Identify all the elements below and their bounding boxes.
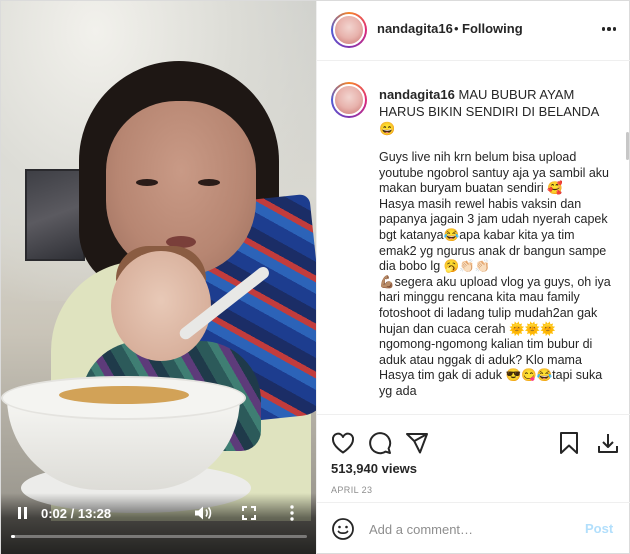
- avatar[interactable]: [331, 12, 367, 48]
- post-date[interactable]: APRIL 23: [331, 485, 372, 495]
- bookmark-icon[interactable]: [555, 429, 583, 457]
- comment-icon[interactable]: [366, 429, 394, 457]
- video-player[interactable]: 0:02 / 13:28: [1, 1, 316, 554]
- video-time: 0:02 / 13:28: [41, 505, 112, 521]
- emoji-icon[interactable]: [331, 517, 357, 543]
- video-more-icon[interactable]: [283, 501, 301, 525]
- post-comment-button[interactable]: Post: [585, 521, 613, 536]
- view-count[interactable]: 513,940 views: [331, 461, 417, 476]
- fullscreen-icon[interactable]: [237, 501, 261, 525]
- post-side-panel: nandagita16 • Following nandagita16 MAU …: [316, 1, 630, 554]
- heart-icon[interactable]: [329, 429, 357, 457]
- header-username[interactable]: nandagita16: [377, 21, 453, 36]
- caption-heading: nandagita16 MAU BUBUR AYAM HARUS BIKIN S…: [379, 86, 609, 137]
- video-progress-fill: [11, 535, 16, 538]
- caption-body: Guys live nih krn belum bisa upload yout…: [379, 150, 611, 398]
- post-header: nandagita16 • Following: [317, 1, 630, 61]
- follow-separator: •: [454, 21, 459, 36]
- share-icon[interactable]: [403, 429, 431, 457]
- bowl: [1, 376, 246, 496]
- video-controls: 0:02 / 13:28: [1, 493, 316, 554]
- comment-input[interactable]: [369, 518, 569, 540]
- caption-scrollbar[interactable]: [626, 132, 629, 160]
- caption-area[interactable]: nandagita16 MAU BUBUR AYAM HARUS BIKIN S…: [317, 62, 630, 414]
- following-button[interactable]: Following: [462, 21, 523, 36]
- post-modal: 0:02 / 13:28 nandagita16 • Following nan…: [0, 0, 630, 554]
- download-icon[interactable]: [594, 429, 622, 457]
- caption-username[interactable]: nandagita16: [379, 87, 455, 102]
- video-progress-bar[interactable]: [11, 535, 307, 538]
- caption-avatar[interactable]: [331, 82, 367, 118]
- more-icon[interactable]: [597, 17, 621, 41]
- pause-icon[interactable]: [11, 501, 33, 525]
- comment-bar: Post: [317, 502, 630, 554]
- volume-icon[interactable]: [191, 501, 215, 525]
